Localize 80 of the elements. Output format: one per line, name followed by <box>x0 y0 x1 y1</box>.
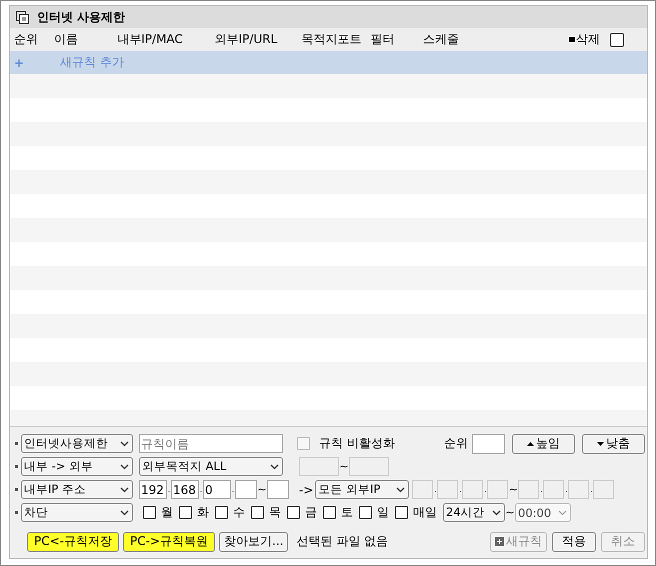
day-checkbox[interactable] <box>359 506 372 519</box>
caret-icon <box>396 486 406 492</box>
up-triangle-icon <box>527 442 534 446</box>
caret-icon <box>558 510 567 516</box>
caret-icon <box>120 510 129 516</box>
tilde: ~ <box>508 483 518 496</box>
day-checkbox[interactable] <box>251 506 264 519</box>
ip-separator: . <box>167 485 171 494</box>
bullet-icon <box>15 442 18 445</box>
ip-separator: . <box>483 485 488 494</box>
dest-type-select[interactable]: 모든 외부IP <box>315 480 410 499</box>
column-header: 내부IP/MAC <box>117 31 184 48</box>
caret-icon <box>120 464 129 470</box>
category-select[interactable]: 인터넷사용제한 <box>21 434 133 453</box>
highlighted-button[interactable]: PC->규칙복원 <box>123 532 215 552</box>
square-icon <box>569 37 576 42</box>
direction-select[interactable]: 내부 -> 외부 <box>21 457 133 476</box>
day-label: 일 <box>377 504 389 521</box>
rule-name-field[interactable]: 규칙이름 <box>139 434 283 453</box>
ip-separator: . <box>458 485 462 494</box>
lower-button[interactable]: 낮춤 <box>582 434 645 454</box>
priority-label: 순위 <box>444 435 468 452</box>
ip-octet-field[interactable] <box>267 480 289 499</box>
caret-icon <box>492 510 501 516</box>
day-checkbox[interactable] <box>143 506 156 519</box>
day-label: 화 <box>197 504 209 521</box>
tilde: ~ <box>339 460 349 473</box>
caret-icon <box>270 464 279 470</box>
column-header: 스케줄 <box>423 31 460 48</box>
ip-octet-field[interactable] <box>235 480 257 499</box>
day-checkbox[interactable] <box>287 506 300 519</box>
day-checkbox[interactable] <box>215 506 228 519</box>
day-label: 수 <box>233 504 245 521</box>
select-all-checkbox[interactable] <box>610 32 624 46</box>
window-icon <box>16 10 29 24</box>
ip-separator: . <box>433 485 438 494</box>
ip-separator: . <box>231 485 235 494</box>
ip-octet-field[interactable]: 168 <box>171 480 199 499</box>
down-triangle-icon <box>597 442 604 446</box>
ip-octet-field[interactable]: 192 <box>139 480 167 499</box>
plus-icon <box>495 537 504 546</box>
ip-octet-field[interactable]: 0 <box>203 480 231 499</box>
disable-rule-label: 규칙 비활성화 <box>319 435 395 452</box>
column-header: 순위 <box>14 31 39 48</box>
window-title: 인터넷 사용제한 <box>37 8 126 26</box>
tilde: ~ <box>505 506 515 519</box>
column-header: 이름 <box>54 31 79 48</box>
day-label: 매일 <box>413 504 437 521</box>
column-header: 삭제 <box>576 31 600 48</box>
ip-separator: . <box>539 485 544 494</box>
caret-icon <box>120 440 129 446</box>
column-header: 필터 <box>370 31 396 48</box>
column-header: 목적지포트 <box>301 31 362 48</box>
day-label: 목 <box>269 504 281 521</box>
highlighted-button[interactable]: PC<-규칙저장 <box>27 532 119 552</box>
file-status: 선택된 파일 없음 <box>296 533 388 550</box>
day-label: 금 <box>305 504 317 521</box>
ip-separator: . <box>589 485 594 494</box>
day-label: 토 <box>341 504 353 521</box>
day-checkbox[interactable] <box>323 506 336 519</box>
bullet-icon <box>15 465 18 468</box>
bullet-icon <box>15 488 18 491</box>
bullet-icon <box>15 511 18 514</box>
source-type-select[interactable]: 내부IP 주소 <box>21 480 133 499</box>
day-checkbox[interactable] <box>395 506 408 519</box>
browse-button[interactable]: 찾아보기... <box>219 532 288 552</box>
destination-select[interactable]: 외부목적지 ALL <box>139 457 283 476</box>
action-button[interactable]: 적용 <box>552 532 596 552</box>
ip-separator: . <box>199 485 203 494</box>
time-mode-select[interactable]: 24시간 <box>443 503 505 522</box>
day-checkbox[interactable] <box>179 506 192 519</box>
raise-button[interactable]: 높임 <box>512 434 575 454</box>
arrow-label: -> <box>299 482 314 496</box>
column-header: 외부IP/URL <box>214 31 278 48</box>
tilde: ~ <box>257 483 267 496</box>
day-label: 월 <box>161 504 173 521</box>
caret-icon <box>120 486 129 492</box>
ip-separator: . <box>564 485 568 494</box>
priority-field[interactable] <box>472 434 505 454</box>
action-select[interactable]: 차단 <box>21 503 133 522</box>
